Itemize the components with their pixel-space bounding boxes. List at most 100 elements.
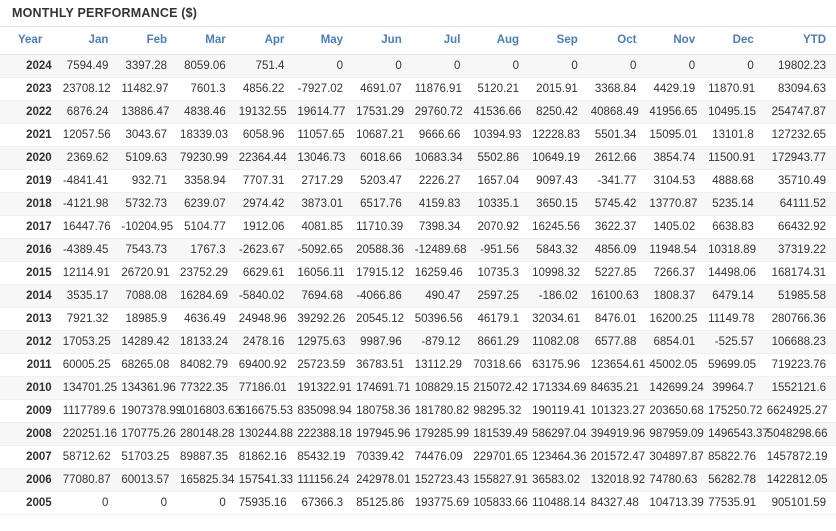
- cell-jun: 20545.12: [353, 307, 412, 331]
- cell-jan: -4389.45: [59, 238, 119, 262]
- cell-aug: 155827.91: [470, 468, 530, 492]
- cell-oct: 16100.63: [587, 284, 647, 308]
- cell-may: 12975.63: [294, 330, 354, 354]
- cell-apr: 157541.33: [235, 468, 295, 492]
- cell-oct: 6577.88: [587, 330, 647, 354]
- cell-may: 11057.65: [294, 123, 354, 147]
- cell-jan: 60005.25: [59, 353, 119, 377]
- column-header-mar[interactable]: Mar: [177, 27, 236, 55]
- cell-apr: 2974.42: [235, 192, 295, 216]
- cell-mar: 4636.49: [177, 307, 236, 331]
- cell-dec: 11149.78: [705, 307, 764, 331]
- column-header-may[interactable]: May: [294, 27, 354, 55]
- column-header-apr[interactable]: Apr: [235, 27, 295, 55]
- cell-jan: 12057.56: [59, 123, 119, 147]
- cell-sep: 12228.83: [529, 123, 588, 147]
- table-row: 2023 23708.12 11482.97 7601.3 4856.22 -7927.0…: [0, 77, 836, 101]
- cell-feb: 3043.67: [118, 123, 178, 147]
- cell-sep: 190119.41: [529, 399, 588, 423]
- cell-nov: 104713.39: [646, 491, 706, 515]
- cell-nov: 41956.65: [646, 100, 706, 124]
- cell-ytd: 254747.87: [763, 100, 836, 124]
- cell-ytd: 1552121.6: [763, 376, 836, 400]
- cell-nov: 6854.01: [646, 330, 706, 354]
- cell-jul: 193775.69: [411, 491, 471, 515]
- cell-ytd: 64111.52: [763, 192, 836, 216]
- cell-jul: 490.47: [411, 284, 471, 308]
- cell-apr: 77186.01: [235, 376, 295, 400]
- cell-sep: 63175.96: [529, 353, 588, 377]
- cell-apr: 19132.55: [235, 100, 295, 124]
- column-header-dec[interactable]: Dec: [705, 27, 764, 55]
- cell-feb: 60013.57: [118, 468, 178, 492]
- cell-nov: 3854.74: [646, 146, 706, 170]
- cell-aug: 41536.66: [470, 100, 530, 124]
- column-header-jul[interactable]: Jul: [411, 27, 471, 55]
- cell-jul: 4159.83: [411, 192, 471, 216]
- column-header-year[interactable]: Year: [0, 27, 60, 55]
- column-header-nov[interactable]: Nov: [646, 27, 706, 55]
- cell-feb: 5732.73: [118, 192, 178, 216]
- column-header-jun[interactable]: Jun: [353, 27, 412, 55]
- cell-nov: 1808.37: [646, 284, 706, 308]
- column-header-ytd[interactable]: YTD: [763, 27, 836, 55]
- cell-mar: 89887.35: [177, 445, 236, 469]
- cell-aug: 2070.92: [470, 215, 530, 239]
- cell-ytd: 1457872.19: [763, 445, 836, 469]
- cell-ytd: 106688.23: [763, 330, 836, 354]
- column-header-aug[interactable]: Aug: [470, 27, 530, 55]
- cell-nov: 74780.63: [646, 468, 706, 492]
- cell-apr: 4856.22: [235, 77, 295, 101]
- cell-oct: 84635.21: [587, 376, 647, 400]
- cell-may: 111156.24: [294, 468, 354, 492]
- table-row: 2012 17053.25 14289.42 18133.24 2478.16 12975…: [0, 330, 836, 354]
- cell-jul: 152723.43: [411, 468, 471, 492]
- cell-mar: 23752.29: [177, 261, 236, 285]
- cell-apr: 69400.92: [235, 353, 295, 377]
- column-header-oct[interactable]: Oct: [587, 27, 647, 55]
- cell-nov: 0: [646, 54, 706, 78]
- cell-nov: 304897.87: [646, 445, 706, 469]
- cell-feb: 26720.91: [118, 261, 178, 285]
- cell-year: 2015: [0, 261, 60, 285]
- cell-nov: 4429.19: [646, 77, 706, 101]
- cell-feb: 932.71: [118, 169, 178, 193]
- cell-year: 2012: [0, 330, 60, 354]
- column-header-sep[interactable]: Sep: [529, 27, 588, 55]
- cell-may: 835098.94: [294, 399, 354, 423]
- cell-ytd: 719223.76: [763, 353, 836, 377]
- cell-jan: 77080.87: [59, 468, 119, 492]
- cell-jun: 4691.07: [353, 77, 412, 101]
- cell-nov: 15095.01: [646, 123, 706, 147]
- cell-dec: 0: [705, 54, 764, 78]
- cell-dec: 1496543.37: [705, 422, 769, 446]
- cell-sep: 10998.32: [529, 261, 588, 285]
- cell-jan: 7921.32: [59, 307, 119, 331]
- cell-jun: 174691.71: [353, 376, 412, 400]
- cell-jan: 3535.17: [59, 284, 119, 308]
- cell-jul: 74476.09: [411, 445, 471, 469]
- cell-mar: 8059.06: [177, 54, 236, 78]
- cell-oct: 5227.85: [587, 261, 647, 285]
- cell-may: 2717.29: [294, 169, 354, 193]
- cell-nov: 3104.53: [646, 169, 706, 193]
- cell-jan: 1117789.6: [59, 399, 119, 423]
- column-header-feb[interactable]: Feb: [118, 27, 178, 55]
- cell-mar: 6239.07: [177, 192, 236, 216]
- cell-nov: 987959.09: [646, 422, 706, 446]
- cell-feb: 1907378.99: [118, 399, 182, 423]
- cell-year: 2022: [0, 100, 60, 124]
- cell-dec: 175250.72: [705, 399, 764, 423]
- cell-feb: 14289.42: [118, 330, 178, 354]
- cell-jun: 5203.47: [353, 169, 412, 193]
- table-body: 2024 7594.49 3397.28 8059.06 751.4 0 0 0 0 0 0 0 0 19…: [0, 54, 836, 515]
- cell-mar: 5104.77: [177, 215, 236, 239]
- cell-jun: 36783.51: [353, 353, 412, 377]
- cell-oct: 123654.61: [587, 353, 647, 377]
- cell-aug: 70318.66: [470, 353, 530, 377]
- cell-aug: 215072.42: [470, 376, 530, 400]
- cell-may: 7694.68: [294, 284, 354, 308]
- cell-mar: 18339.03: [177, 123, 236, 147]
- cell-jul: 29760.72: [411, 100, 471, 124]
- column-header-jan[interactable]: Jan: [59, 27, 119, 55]
